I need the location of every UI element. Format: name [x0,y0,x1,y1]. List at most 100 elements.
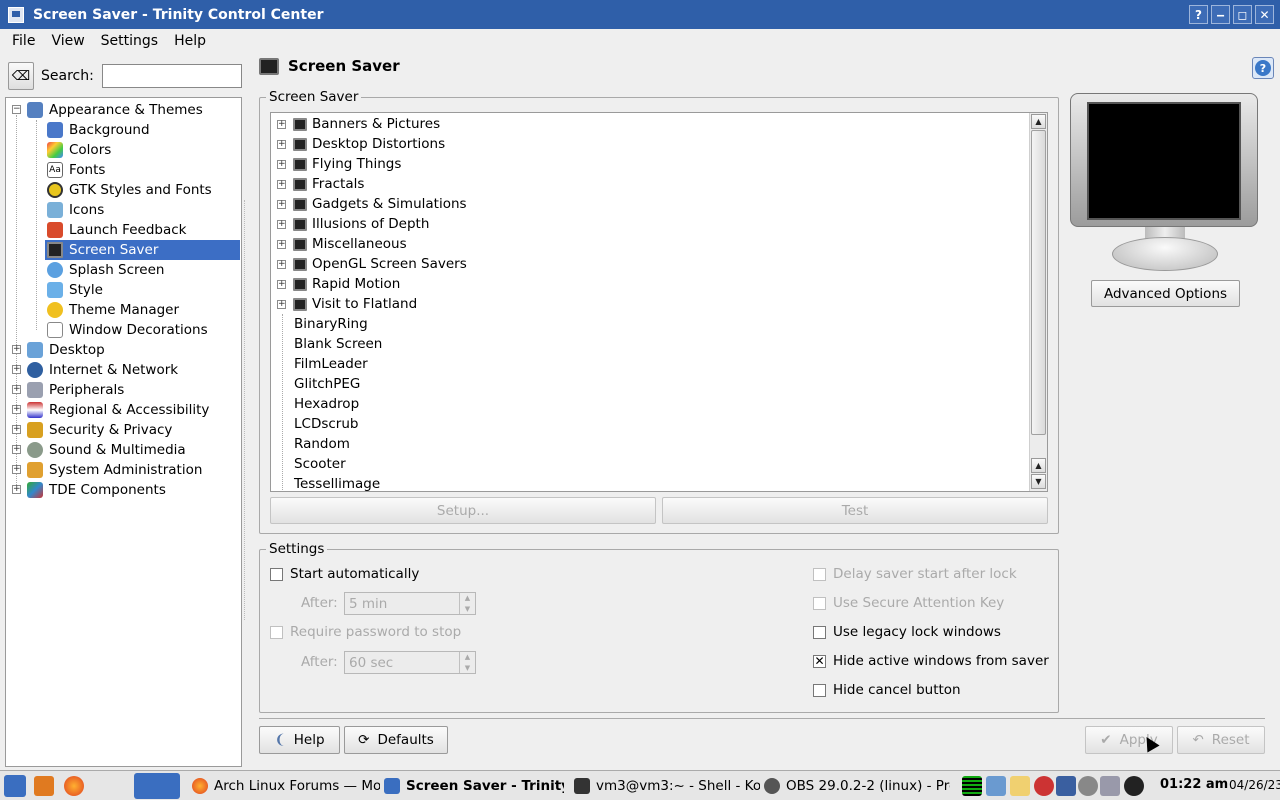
window-list-icon[interactable] [986,776,1006,796]
saver-item[interactable]: Random [294,434,350,454]
nav-colors[interactable]: Colors [47,140,111,160]
defaults-button[interactable]: ⟳ Defaults [344,726,448,754]
nav-window-decorations[interactable]: Window Decorations [47,320,208,340]
expand-toggle[interactable]: + [277,199,286,209]
clock[interactable]: 01:22 am [1160,777,1228,792]
start-automatically-checkbox[interactable]: Start automatically [270,566,419,582]
task-konsole[interactable]: vm3@vm3:~ - Shell - Ko [574,773,760,799]
expand-toggle[interactable]: + [277,299,286,309]
nav-splash-screen[interactable]: Splash Screen [47,260,164,280]
task-firefox[interactable]: Arch Linux Forums — Mo: [192,773,380,799]
display-icon[interactable] [1056,776,1076,796]
category-rapid-motion[interactable]: + Rapid Motion [277,274,400,294]
nav-security-privacy[interactable]: Security & Privacy [27,420,172,440]
saver-item[interactable]: FilmLeader [294,354,368,374]
expand-toggle[interactable]: + [277,279,286,289]
nav-desktop[interactable]: Desktop [27,340,105,360]
nav-internet-network[interactable]: Internet & Network [27,360,178,380]
expand-toggle[interactable]: + [277,239,286,249]
nav-theme-manager[interactable]: Theme Manager [47,300,179,320]
category-illusions[interactable]: + Illusions of Depth [277,214,429,234]
expand-toggle[interactable]: + [277,219,286,229]
start-after-spinbox[interactable]: 5 min ▲ ▼ [344,592,476,615]
category-banners[interactable]: + Banners & Pictures [277,114,440,134]
saver-item[interactable]: Tessellimage [294,474,380,491]
close-button[interactable]: ✕ [1255,5,1274,24]
firefox-icon[interactable] [64,776,84,796]
keyboard-icon[interactable] [1010,776,1030,796]
category-miscellaneous[interactable]: + Miscellaneous [277,234,407,254]
list-scrollbar[interactable]: ▲ ▲ ▼ [1029,113,1047,491]
expand-toggle[interactable]: + [12,345,21,354]
expand-toggle[interactable]: + [277,259,286,269]
nav-screen-saver[interactable]: Screen Saver [45,240,240,260]
obs-tray-icon[interactable] [1124,776,1144,796]
menu-help[interactable]: Help [166,33,214,49]
advanced-options-button[interactable]: Advanced Options [1091,280,1240,307]
nav-appearance-themes[interactable]: Appearance & Themes [27,100,203,120]
delay-saver-checkbox[interactable]: Delay saver start after lock [813,566,1017,582]
expand-toggle[interactable]: + [12,485,21,494]
setup-button[interactable]: Setup... [270,497,656,524]
nav-sound-multimedia[interactable]: Sound & Multimedia [27,440,186,460]
start-menu-icon[interactable] [4,775,26,797]
expand-toggle[interactable]: + [277,179,286,189]
navigation-tree[interactable]: − Appearance & Themes Background Colors … [5,97,242,767]
nav-fonts[interactable]: Aa Fonts [47,160,105,180]
apply-button[interactable]: ✔ Apply [1085,726,1173,754]
expand-toggle[interactable]: + [12,385,21,394]
expand-toggle[interactable]: + [277,159,286,169]
minimize-button[interactable]: ‒ [1211,5,1230,24]
saver-item[interactable]: GlitchPEG [294,374,360,394]
menu-view[interactable]: View [43,33,92,49]
category-desktop-distortions[interactable]: + Desktop Distortions [277,134,445,154]
collapse-toggle[interactable]: − [12,105,21,114]
network-icon[interactable] [1034,776,1054,796]
nav-tde-components[interactable]: TDE Components [27,480,166,500]
category-flying-things[interactable]: + Flying Things [277,154,401,174]
menu-settings[interactable]: Settings [93,33,166,49]
date[interactable]: 04/26/23 [1229,778,1280,792]
splitter-handle[interactable] [244,200,245,620]
spin-arrows[interactable]: ▲ ▼ [459,652,475,673]
saver-item[interactable]: Blank Screen [294,334,382,354]
expand-toggle[interactable]: + [277,139,286,149]
expand-toggle[interactable]: + [12,445,21,454]
scrollbar-thumb[interactable] [1031,130,1046,435]
saver-item[interactable]: Scooter [294,454,346,474]
scroll-down-button[interactable]: ▼ [1031,474,1046,489]
menu-file[interactable]: File [4,33,43,49]
expand-toggle[interactable]: + [12,405,21,414]
nav-style[interactable]: Style [47,280,103,300]
category-fractals[interactable]: + Fractals [277,174,364,194]
hide-cancel-checkbox[interactable]: Hide cancel button [813,682,961,698]
category-opengl[interactable]: + OpenGL Screen Savers [277,254,467,274]
maximize-button[interactable]: ◻ [1233,5,1252,24]
test-button[interactable]: Test [662,497,1048,524]
nav-system-administration[interactable]: System Administration [27,460,202,480]
secure-attention-checkbox[interactable]: Use Secure Attention Key [813,595,1004,611]
spin-arrows[interactable]: ▲ ▼ [459,593,475,614]
home-icon[interactable] [34,776,54,796]
password-after-spinbox[interactable]: 60 sec ▲ ▼ [344,651,476,674]
whats-this-button[interactable]: ? [1252,57,1274,79]
require-password-checkbox[interactable]: Require password to stop [270,624,461,640]
system-monitor-icon[interactable] [962,776,982,796]
clipboard-icon[interactable] [1100,776,1120,796]
expand-toggle[interactable]: + [12,365,21,374]
clear-search-button[interactable]: ⌫ [8,62,34,90]
task-screen-saver[interactable]: Screen Saver - Trinity [384,773,564,799]
window-titlebar[interactable]: Screen Saver - Trinity Control Center ? … [0,0,1280,29]
expand-toggle[interactable]: + [12,465,21,474]
screen-saver-list[interactable]: + Banners & Pictures + Desktop Distortions… [270,112,1048,492]
volume-icon[interactable] [1078,776,1098,796]
saver-item[interactable]: LCDscrub [294,414,358,434]
nav-peripherals[interactable]: Peripherals [27,380,124,400]
legacy-lock-checkbox[interactable]: Use legacy lock windows [813,624,1001,640]
category-gadgets[interactable]: + Gadgets & Simulations [277,194,467,214]
scroll-up-button[interactable]: ▲ [1031,114,1046,129]
saver-item[interactable]: Hexadrop [294,394,359,414]
nav-regional[interactable]: Regional & Accessibility [27,400,209,420]
nav-icons[interactable]: Icons [47,200,104,220]
expand-toggle[interactable]: + [277,119,286,129]
